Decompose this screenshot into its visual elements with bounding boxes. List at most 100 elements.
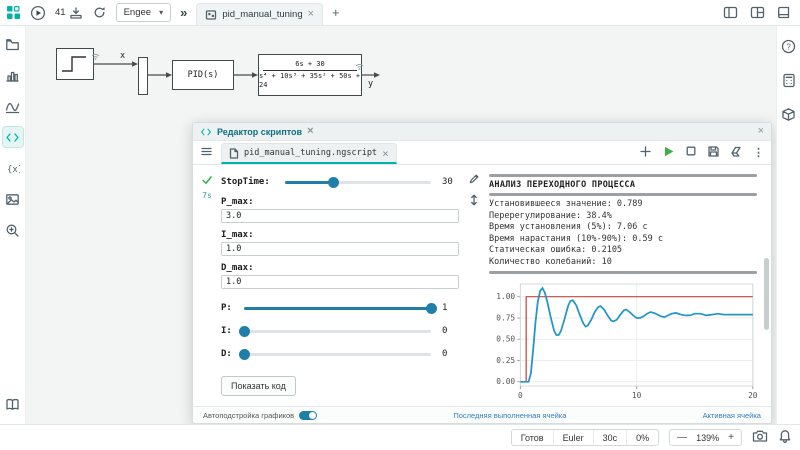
zoom-in-button[interactable]: + [721, 432, 741, 443]
i-slider[interactable] [244, 325, 431, 338]
environment-select[interactable]: Engee ▾ [116, 3, 172, 22]
package-icon[interactable] [779, 104, 799, 124]
documentation-icon[interactable] [3, 394, 23, 414]
signal-label-x: x [120, 51, 125, 61]
status-sim-time[interactable]: 30с [594, 430, 628, 445]
status-solver[interactable]: Euler [554, 430, 594, 445]
help-icon[interactable]: ? [779, 36, 799, 56]
show-code-button[interactable]: Показать код [221, 376, 296, 396]
signal-probe-icon[interactable] [354, 60, 365, 73]
close-icon[interactable]: × [308, 9, 314, 20]
slider-handle[interactable] [426, 303, 437, 314]
code-icon [200, 126, 212, 138]
slider-handle[interactable] [239, 326, 250, 337]
tf-numerator: 6s + 30 [295, 60, 325, 69]
close-icon[interactable]: × [307, 126, 313, 137]
add-cell-button[interactable] [639, 145, 652, 161]
credits-badge[interactable]: 41 [55, 6, 83, 20]
stoptime-slider[interactable] [285, 176, 431, 189]
signal-probe-icon[interactable] [90, 50, 101, 63]
new-tab-button[interactable]: + [332, 5, 340, 20]
step-response-plot[interactable]: 0.000.250.500.751.0001020 [489, 278, 757, 404]
slider-handle[interactable] [328, 177, 339, 188]
editor-close-icon[interactable]: × [758, 126, 764, 137]
refresh-icon[interactable] [92, 5, 107, 20]
topbar: 41 Engee ▾ » [0, 0, 800, 26]
active-cell-link[interactable]: Активная ячейка [703, 411, 761, 420]
model-tab[interactable]: pid_manual_tuning × [196, 3, 323, 25]
model-icon [205, 9, 217, 21]
run-script-button[interactable] [662, 145, 675, 161]
menu-icon[interactable] [200, 145, 213, 161]
notifications-bell-icon[interactable] [778, 429, 792, 447]
layout-panel-icon[interactable] [723, 5, 738, 20]
analysis-output: АНАЛИЗ ПЕРЕХОДНОГО ПРОЦЕССА Установившее… [483, 171, 763, 404]
run-simulation-button[interactable] [30, 5, 46, 21]
stoptime-label: StopTime: [221, 177, 279, 187]
screenshot-camera-icon[interactable] [752, 429, 768, 446]
p-value: 1 [437, 303, 459, 313]
editor-footer: Автоподстройка графиков Последняя выполн… [193, 406, 771, 423]
d-slider[interactable] [244, 348, 431, 361]
status-ready: Готов [512, 430, 554, 445]
images-icon[interactable] [3, 189, 23, 209]
collapse-toolbar-icon[interactable]: » [180, 6, 187, 19]
svg-text:{x}: {x} [7, 165, 20, 175]
script-editor-icon[interactable] [3, 127, 23, 147]
save-icon[interactable] [707, 145, 720, 161]
close-icon[interactable]: × [382, 148, 389, 159]
cell-success-icon [201, 174, 213, 189]
clear-output-icon[interactable] [730, 145, 743, 161]
resize-handle-icon[interactable] [468, 193, 480, 210]
charts-icon[interactable] [3, 65, 23, 85]
transfer-function-block[interactable]: 6s + 30 s⁴ + 10s³ + 35s² + 50s + 24 [258, 54, 362, 96]
script-file-name: pid_manual_tuning.ngscript [244, 148, 377, 158]
engee-app: 41 Engee ▾ » [0, 0, 800, 450]
script-editor-window: Редактор скриптов × × pid_manual_tuning.… [192, 122, 772, 424]
analysis-line: Статическая ошибка: 0.2105 [489, 245, 757, 257]
analysis-line: Время установления (5%): 7.06 с [489, 222, 757, 234]
engee-logo-icon[interactable] [6, 5, 21, 20]
cell-exec-time: 7s [202, 191, 212, 200]
file-icon [229, 148, 239, 159]
script-file-tab[interactable]: pid_manual_tuning.ngscript × [221, 143, 397, 164]
editor-titlebar[interactable]: Редактор скриптов × × [193, 123, 771, 141]
svg-text:20: 20 [748, 391, 757, 400]
search-zoom-icon[interactable] [3, 220, 23, 240]
kebab-menu-icon[interactable]: ⋮ [753, 146, 764, 159]
scrollbar-thumb[interactable] [764, 258, 769, 330]
slider-handle[interactable] [239, 349, 250, 360]
imax-input[interactable] [221, 242, 459, 256]
chevron-down-icon: ▾ [159, 8, 163, 17]
pid-block[interactable]: PID(s) [172, 60, 234, 90]
d-value: 0 [437, 349, 459, 359]
library-icon[interactable] [777, 5, 792, 20]
p-slider[interactable] [244, 302, 431, 315]
i-value: 0 [437, 326, 459, 336]
zoom-out-button[interactable]: — [670, 432, 694, 443]
edit-cell-icon[interactable] [468, 173, 480, 188]
pmax-input[interactable] [221, 209, 459, 223]
dmax-input[interactable] [221, 275, 459, 289]
analysis-line: Время нарастания (10%-90%): 0.59 с [489, 234, 757, 246]
autoscale-toggle[interactable] [299, 411, 317, 420]
files-icon[interactable] [3, 34, 23, 54]
pid-block-label: PID(s) [188, 70, 219, 80]
right-toolbar: ? [776, 26, 800, 424]
svg-text:0.50: 0.50 [496, 335, 515, 344]
dmax-label: D_max: [221, 263, 459, 273]
pmax-label: P_max: [221, 197, 459, 207]
step-block[interactable] [56, 48, 94, 80]
scope-icon[interactable] [3, 96, 23, 116]
layout-split-icon[interactable] [750, 5, 765, 20]
stop-button[interactable] [685, 145, 697, 160]
variables-icon[interactable]: {x} [3, 158, 23, 178]
last-cell-link[interactable]: Последняя выполненная ячейка [453, 411, 566, 420]
d-label: D: [221, 349, 238, 359]
simulation-status-group: Готов Euler 30с 0% [511, 429, 659, 446]
model-canvas[interactable]: x PID(s) 6s + 30 s⁴ + 10s³ + 35s² + 50s … [26, 26, 776, 424]
status-progress: 0% [627, 430, 658, 445]
editor-scrollbar[interactable] [764, 171, 769, 400]
calculator-icon[interactable] [779, 70, 799, 90]
mux-block[interactable] [138, 57, 148, 95]
